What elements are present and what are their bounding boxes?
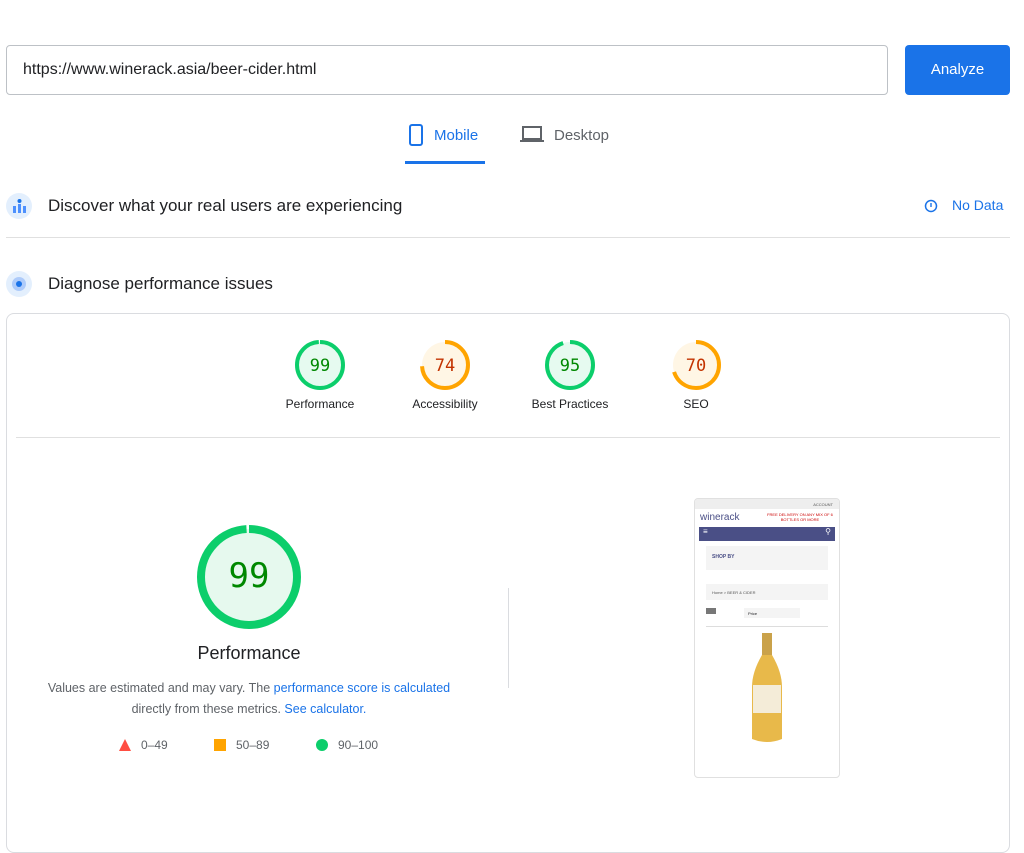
circle-icon bbox=[316, 739, 328, 751]
score-gauge-performance[interactable]: 99 Performance bbox=[260, 339, 380, 411]
ss-promo: FREE DELIVERY ON ANY MIX OF 6 BOTTLES OR… bbox=[767, 512, 833, 522]
analyze-button[interactable]: Analyze bbox=[905, 45, 1010, 95]
diagnose-icon bbox=[6, 271, 32, 297]
gauge-label: Best Practices bbox=[531, 397, 609, 411]
gauge-ring: 99 bbox=[295, 340, 345, 390]
legend-average: 50–89 bbox=[214, 738, 269, 752]
gauge-ring: 70 bbox=[671, 340, 721, 390]
no-data-label: No Data bbox=[952, 197, 1004, 213]
menu-icon: ≡ bbox=[703, 527, 708, 536]
score-calculated-link[interactable]: performance score is calculated bbox=[274, 681, 450, 695]
ss-sort: Price bbox=[744, 608, 800, 618]
no-data-status[interactable]: No Data bbox=[924, 197, 1003, 213]
ss-account: ACCOUNT bbox=[695, 499, 839, 509]
gauge-value: 95 bbox=[560, 356, 580, 376]
desc-text-1: Values are estimated and may vary. The bbox=[47, 681, 274, 695]
see-calculator-link[interactable]: See calculator. bbox=[284, 702, 366, 716]
square-icon bbox=[214, 739, 226, 751]
info-icon bbox=[924, 199, 938, 213]
score-description: Values are estimated and may vary. The p… bbox=[30, 678, 468, 720]
grid-icon bbox=[706, 608, 716, 614]
score-gauge-best-practices[interactable]: 95 Best Practices bbox=[510, 339, 630, 411]
legend-average-label: 50–89 bbox=[236, 738, 270, 752]
legend-pass-label: 90–100 bbox=[338, 738, 379, 752]
legend-fail-label: 0–49 bbox=[141, 738, 168, 752]
divider bbox=[16, 437, 1000, 438]
lab-card bbox=[6, 313, 1010, 853]
lab-data-title: Diagnose performance issues bbox=[48, 274, 273, 293]
tab-desktop-label: Desktop bbox=[554, 127, 610, 144]
tab-desktop[interactable]: Desktop bbox=[520, 124, 609, 164]
smartphone-icon bbox=[409, 124, 423, 146]
field-data-title: Discover what your real users are experi… bbox=[48, 196, 403, 215]
score-gauge-seo[interactable]: 70 SEO bbox=[636, 339, 756, 411]
page-screenshot: ACCOUNT winerack FREE DELIVERY ON ANY MI… bbox=[694, 498, 840, 778]
legend-fail: 0–49 bbox=[119, 738, 168, 752]
triangle-icon bbox=[119, 739, 131, 751]
desc-text-2: directly from these metrics. bbox=[131, 702, 285, 716]
gauge-value: 70 bbox=[686, 356, 706, 376]
legend-pass: 90–100 bbox=[316, 738, 378, 752]
laptop-icon bbox=[520, 126, 544, 142]
tab-mobile[interactable]: Mobile bbox=[405, 124, 485, 164]
users-chart-icon bbox=[6, 193, 32, 219]
ss-logo: winerack bbox=[700, 512, 740, 523]
gauge-label: Performance bbox=[285, 397, 355, 411]
vertical-divider bbox=[508, 588, 509, 688]
gauge-ring: 74 bbox=[420, 340, 470, 390]
gauge-label: SEO bbox=[683, 397, 709, 411]
gauge-value: 99 bbox=[310, 356, 330, 376]
main-score-label: Performance bbox=[197, 643, 301, 663]
divider bbox=[6, 237, 1010, 238]
ss-shop-by: SHOP BY bbox=[706, 546, 828, 570]
gauge-value: 74 bbox=[435, 356, 455, 376]
ss-breadcrumb: Home > BEER & CIDER bbox=[706, 584, 828, 600]
tab-mobile-label: Mobile bbox=[434, 127, 479, 144]
gauge-label: Accessibility bbox=[412, 397, 478, 411]
gauge-ring: 95 bbox=[545, 340, 595, 390]
beer-bottle-image bbox=[752, 633, 782, 742]
search-cart-icon: ⚲ bbox=[825, 527, 831, 536]
main-score-value: 99 bbox=[228, 556, 270, 596]
score-gauge-accessibility[interactable]: 74 Accessibility bbox=[385, 339, 505, 411]
ss-nav: ≡ ⚲ bbox=[699, 527, 835, 541]
url-input[interactable]: https://www.winerack.asia/beer-cider.htm… bbox=[6, 45, 888, 95]
